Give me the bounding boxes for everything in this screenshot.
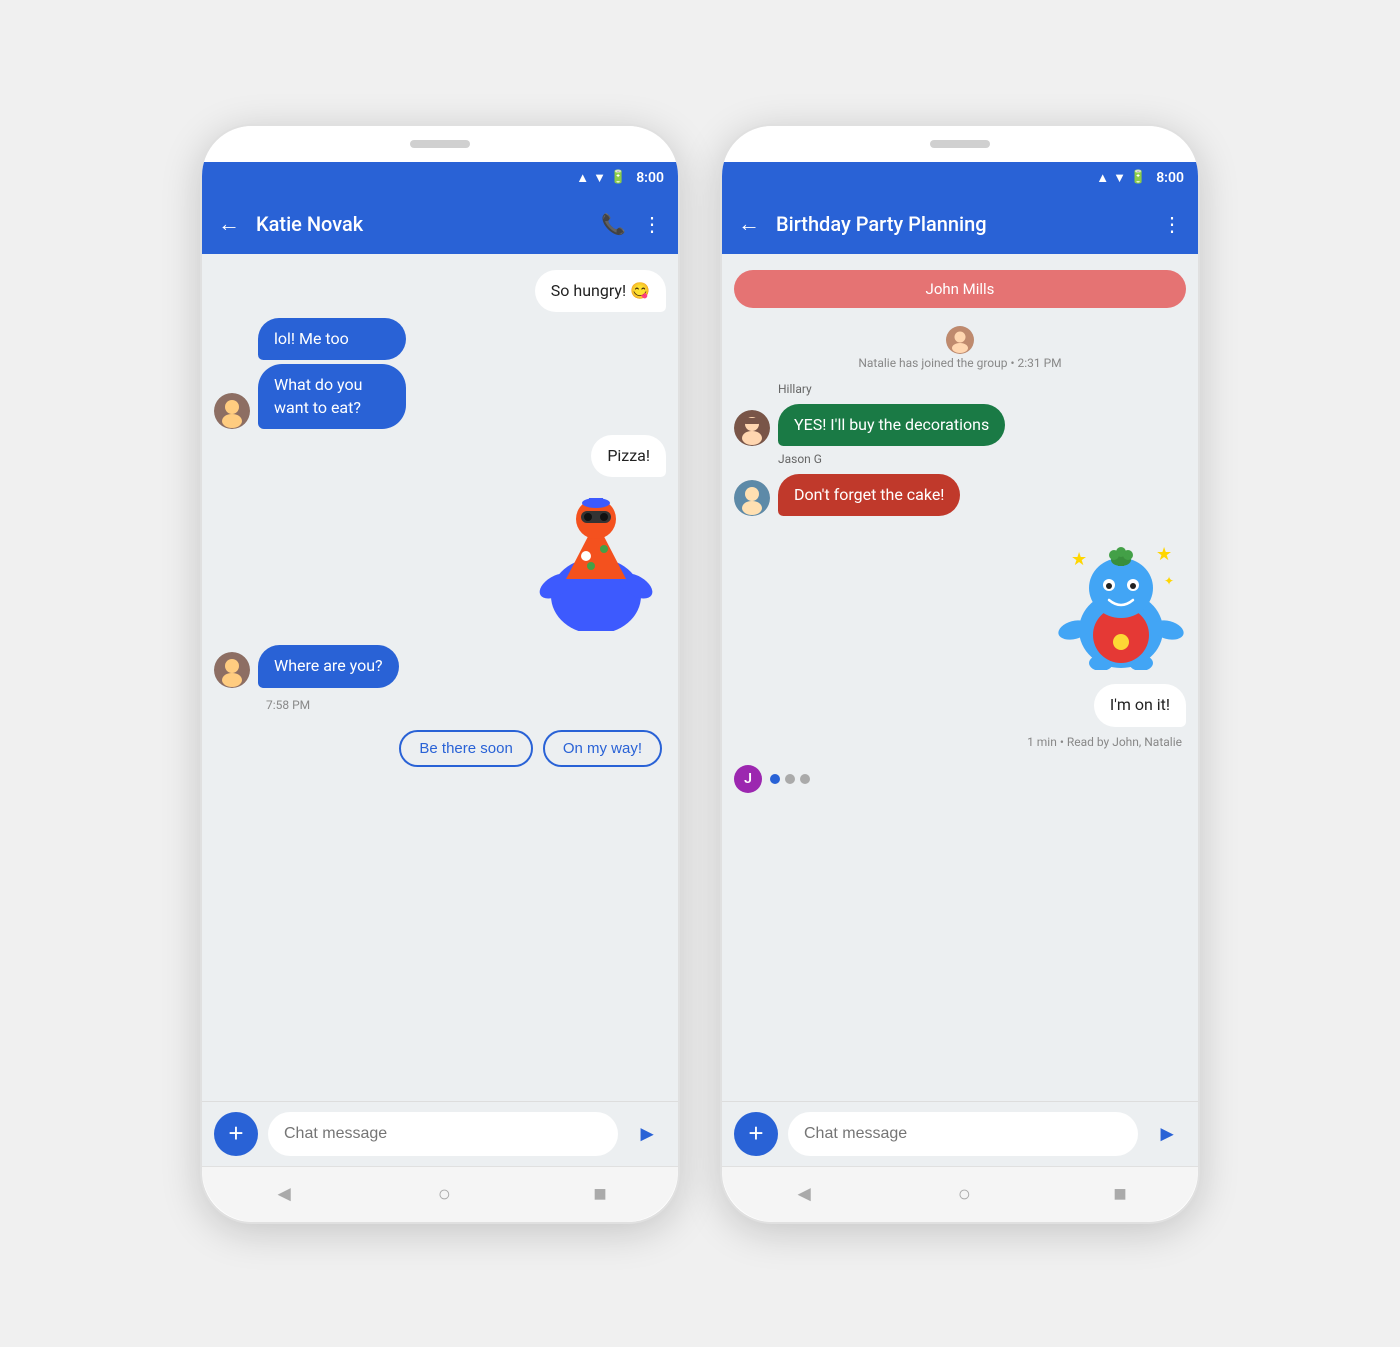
message-row: Where are you?: [214, 645, 666, 687]
app-bar-1: ← Katie Novak 📞 ⋮: [202, 194, 678, 254]
speaker-1: [410, 140, 470, 148]
wifi-icon-2: ▲: [1096, 170, 1109, 186]
signal-icon-2: ▼: [1113, 170, 1126, 186]
chat-title-1: Katie Novak: [256, 212, 585, 236]
timestamp: 7:58 PM: [214, 698, 666, 712]
app-bar-2: ← Birthday Party Planning ⋮: [722, 194, 1198, 254]
scroll-indicator: John Mills: [734, 270, 1186, 308]
nav-bar-2: ◄ ○ ■: [722, 1166, 1198, 1222]
nav-recent-1[interactable]: ■: [593, 1181, 606, 1207]
nav-recent-2[interactable]: ■: [1113, 1181, 1126, 1207]
send-button-2[interactable]: ►: [1148, 1117, 1186, 1151]
chat-title-2: Birthday Party Planning: [776, 212, 1146, 236]
sender-name: Hillary: [734, 382, 1186, 396]
sticker-pizza: [214, 491, 666, 631]
chat-input-2[interactable]: [788, 1112, 1138, 1156]
sender-name-jason: Jason G: [734, 452, 1186, 466]
bubble-received-red: Don't forget the cake!: [778, 474, 960, 516]
dot-3: [800, 774, 810, 784]
status-icons-1: ▲ ▼ 🔋: [576, 170, 626, 186]
add-button-1[interactable]: +: [214, 1112, 258, 1156]
phone-top-1: [202, 126, 678, 162]
chat-area-2: John Mills Natalie has joined the group …: [722, 254, 1198, 1101]
status-time-1: 8:00: [636, 170, 664, 186]
speaker-2: [930, 140, 990, 148]
typing-indicators: J: [734, 765, 1186, 793]
bubble-received: Where are you?: [258, 645, 399, 687]
add-button-2[interactable]: +: [734, 1112, 778, 1156]
smart-reply-on-my-way[interactable]: On my way!: [543, 730, 662, 767]
bubble-received: What do you want to eat?: [258, 364, 406, 429]
message-row: lol! Me too What do you want to eat?: [214, 318, 666, 429]
typing-avatar-j: J: [734, 765, 762, 793]
read-receipt: 1 min • Read by John, Natalie: [734, 735, 1186, 749]
nav-back-2[interactable]: ◄: [793, 1181, 815, 1207]
bubble-sent: So hungry! 😋: [535, 270, 666, 312]
message-row: Pizza!: [214, 435, 666, 477]
dot-2: [785, 774, 795, 784]
input-bar-1: + ►: [202, 1101, 678, 1166]
input-bar-2: + ►: [722, 1101, 1198, 1166]
svg-text:★: ★: [1071, 549, 1087, 570]
bubble-sent-imonit: I'm on it!: [1094, 684, 1186, 726]
phone-top-2: [722, 126, 1198, 162]
avatar-hillary: [734, 410, 770, 446]
nav-back-1[interactable]: ◄: [273, 1181, 295, 1207]
phone-2: ▲ ▼ 🔋 8:00 ← Birthday Party Planning ⋮ J…: [720, 124, 1200, 1224]
avatar: [214, 393, 250, 429]
sticker-monster: ★ ★ ✦: [734, 530, 1186, 670]
message-row: So hungry! 😋: [214, 270, 666, 312]
status-icons-2: ▲ ▼ 🔋: [1096, 170, 1146, 186]
smart-replies: Be there soon On my way!: [214, 730, 666, 767]
more-icon-1[interactable]: ⋮: [642, 212, 662, 236]
typing-dots: [770, 774, 810, 784]
status-bar-1: ▲ ▼ 🔋 8:00: [202, 162, 678, 194]
message-row: Don't forget the cake!: [734, 474, 1186, 516]
system-event: Natalie has joined the group • 2:31 PM: [734, 326, 1186, 370]
message-row: I'm on it!: [734, 684, 1186, 726]
svg-text:★: ★: [1156, 544, 1172, 565]
phone-1: ▲ ▼ 🔋 8:00 ← Katie Novak 📞 ⋮ So hungry! …: [200, 124, 680, 1224]
bubble-received-green: YES! I'll buy the decorations: [778, 404, 1005, 446]
avatar-jason: [734, 480, 770, 516]
dot-1: [770, 774, 780, 784]
signal-icon: ▲: [576, 170, 589, 186]
chat-area-1: So hungry! 😋 lol! Me too What do you wan…: [202, 254, 678, 1101]
chat-input-1[interactable]: [268, 1112, 618, 1156]
message-row: YES! I'll buy the decorations: [734, 404, 1186, 446]
back-button-1[interactable]: ←: [218, 211, 240, 237]
system-text: Natalie has joined the group • 2:31 PM: [858, 356, 1061, 370]
status-bar-2: ▲ ▼ 🔋 8:00: [722, 162, 1198, 194]
scene: ▲ ▼ 🔋 8:00 ← Katie Novak 📞 ⋮ So hungry! …: [160, 64, 1240, 1284]
wifi-icon: ▼: [593, 170, 606, 186]
smart-reply-be-there-soon[interactable]: Be there soon: [399, 730, 532, 767]
phone-icon-1[interactable]: 📞: [601, 212, 626, 236]
bubble-sent: Pizza!: [591, 435, 666, 477]
bubble-received: lol! Me too: [258, 318, 406, 360]
nav-home-1[interactable]: ○: [438, 1181, 451, 1207]
nav-home-2[interactable]: ○: [958, 1181, 971, 1207]
send-button-1[interactable]: ►: [628, 1117, 666, 1151]
avatar: [214, 652, 250, 688]
battery-icon: 🔋: [610, 170, 626, 185]
status-time-2: 8:00: [1156, 170, 1184, 186]
nav-bar-1: ◄ ○ ■: [202, 1166, 678, 1222]
more-icon-2[interactable]: ⋮: [1162, 212, 1182, 236]
battery-icon-2: 🔋: [1130, 170, 1146, 185]
back-button-2[interactable]: ←: [738, 211, 760, 237]
svg-text:✦: ✦: [1164, 574, 1174, 588]
